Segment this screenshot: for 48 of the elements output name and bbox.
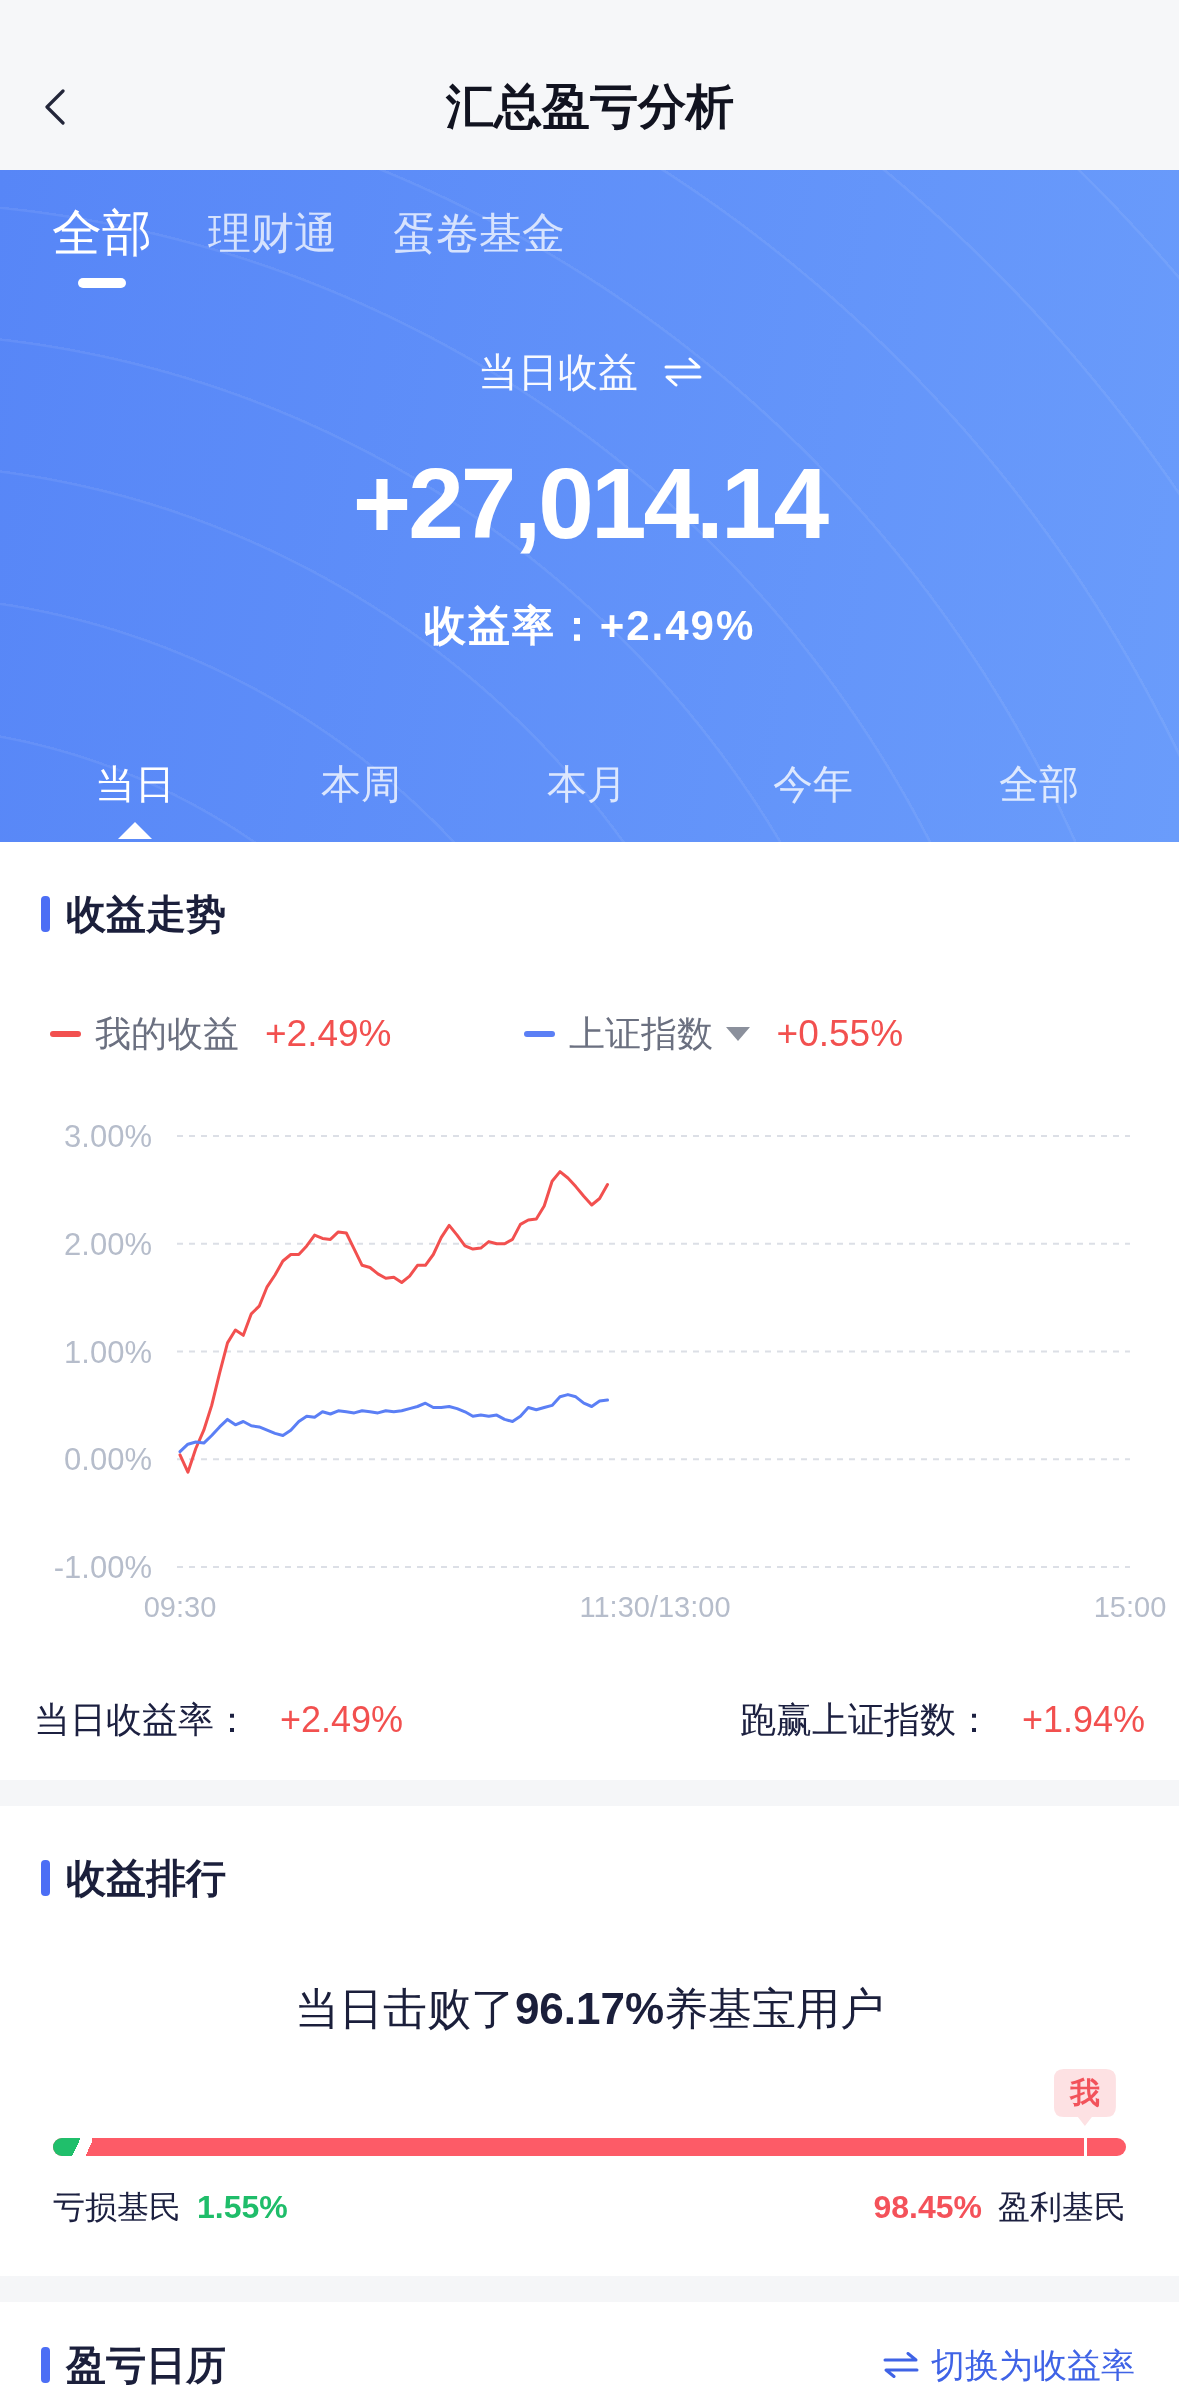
toggle-button[interactable]: 切换为收益率: [883, 2342, 1135, 2388]
page-title: 汇总盈亏分析: [445, 79, 734, 135]
period-tab[interactable]: 全部: [999, 757, 1079, 811]
accent-bar-icon: [41, 896, 50, 932]
loss-value: 1.55%: [197, 2188, 288, 2227]
stat-value: +2.49%: [280, 1698, 404, 1742]
dropdown-caret-icon[interactable]: [724, 1026, 751, 1042]
tab-indicator: [78, 278, 126, 288]
profit-rate: 收益率：+2.49%: [423, 602, 756, 650]
x-axis-label: 15:00: [1093, 1591, 1167, 1623]
section-title: 盈亏日历: [66, 2342, 226, 2389]
y-axis-label: 0.00%: [64, 1442, 152, 1478]
me-badge: 我: [1053, 2069, 1116, 2127]
marker-tick: [1083, 2138, 1087, 2156]
accent-bar-icon: [41, 1860, 50, 1896]
stat-label: 跑赢上证指数：: [739, 1698, 992, 1742]
period-tab[interactable]: 当日: [95, 757, 175, 811]
profit-amount: +27,014.14: [352, 448, 827, 558]
stat-label: 当日收益率：: [34, 1698, 250, 1742]
section-title: 收益走势: [66, 891, 226, 938]
period-tab[interactable]: 本月: [547, 757, 627, 811]
summary-label: 当日收益: [477, 349, 638, 396]
loss-label: 亏损基民: [53, 2188, 181, 2227]
back-button[interactable]: [44, 89, 66, 125]
ranking-summary: 当日击败了96.17%养基宝用户: [293, 1985, 886, 2033]
accent-bar-icon: [41, 2347, 50, 2383]
swap-icon[interactable]: [663, 357, 702, 387]
y-axis-label: 3.00%: [64, 1119, 152, 1154]
y-axis-label: 2.00%: [64, 1226, 152, 1262]
source-tab[interactable]: 全部: [52, 203, 152, 288]
x-axis-label: 11:30/13:00: [579, 1591, 731, 1623]
y-axis-label: 1.00%: [64, 1334, 152, 1370]
legend-label: 上证指数: [568, 1012, 713, 1056]
y-axis-label: -1.00%: [53, 1550, 152, 1585]
source-tab[interactable]: 理财通: [208, 203, 337, 288]
source-tab[interactable]: 蛋卷基金: [393, 203, 565, 288]
stat-value: +1.94%: [1021, 1698, 1145, 1742]
profit-label: 盈利基民: [998, 2188, 1126, 2227]
section-title: 收益排行: [66, 1855, 226, 1902]
back-icon: [44, 89, 66, 125]
profit-value: 98.45%: [873, 2188, 982, 2227]
legend-label: 我的收益: [95, 1012, 239, 1056]
swap-icon: [883, 2352, 919, 2378]
x-axis-label: 09:30: [143, 1591, 217, 1623]
period-tab[interactable]: 本周: [321, 757, 401, 811]
period-tab[interactable]: 今年: [773, 757, 853, 811]
legend-value: +2.49%: [265, 1012, 392, 1056]
legend-value: +0.55%: [776, 1012, 904, 1056]
